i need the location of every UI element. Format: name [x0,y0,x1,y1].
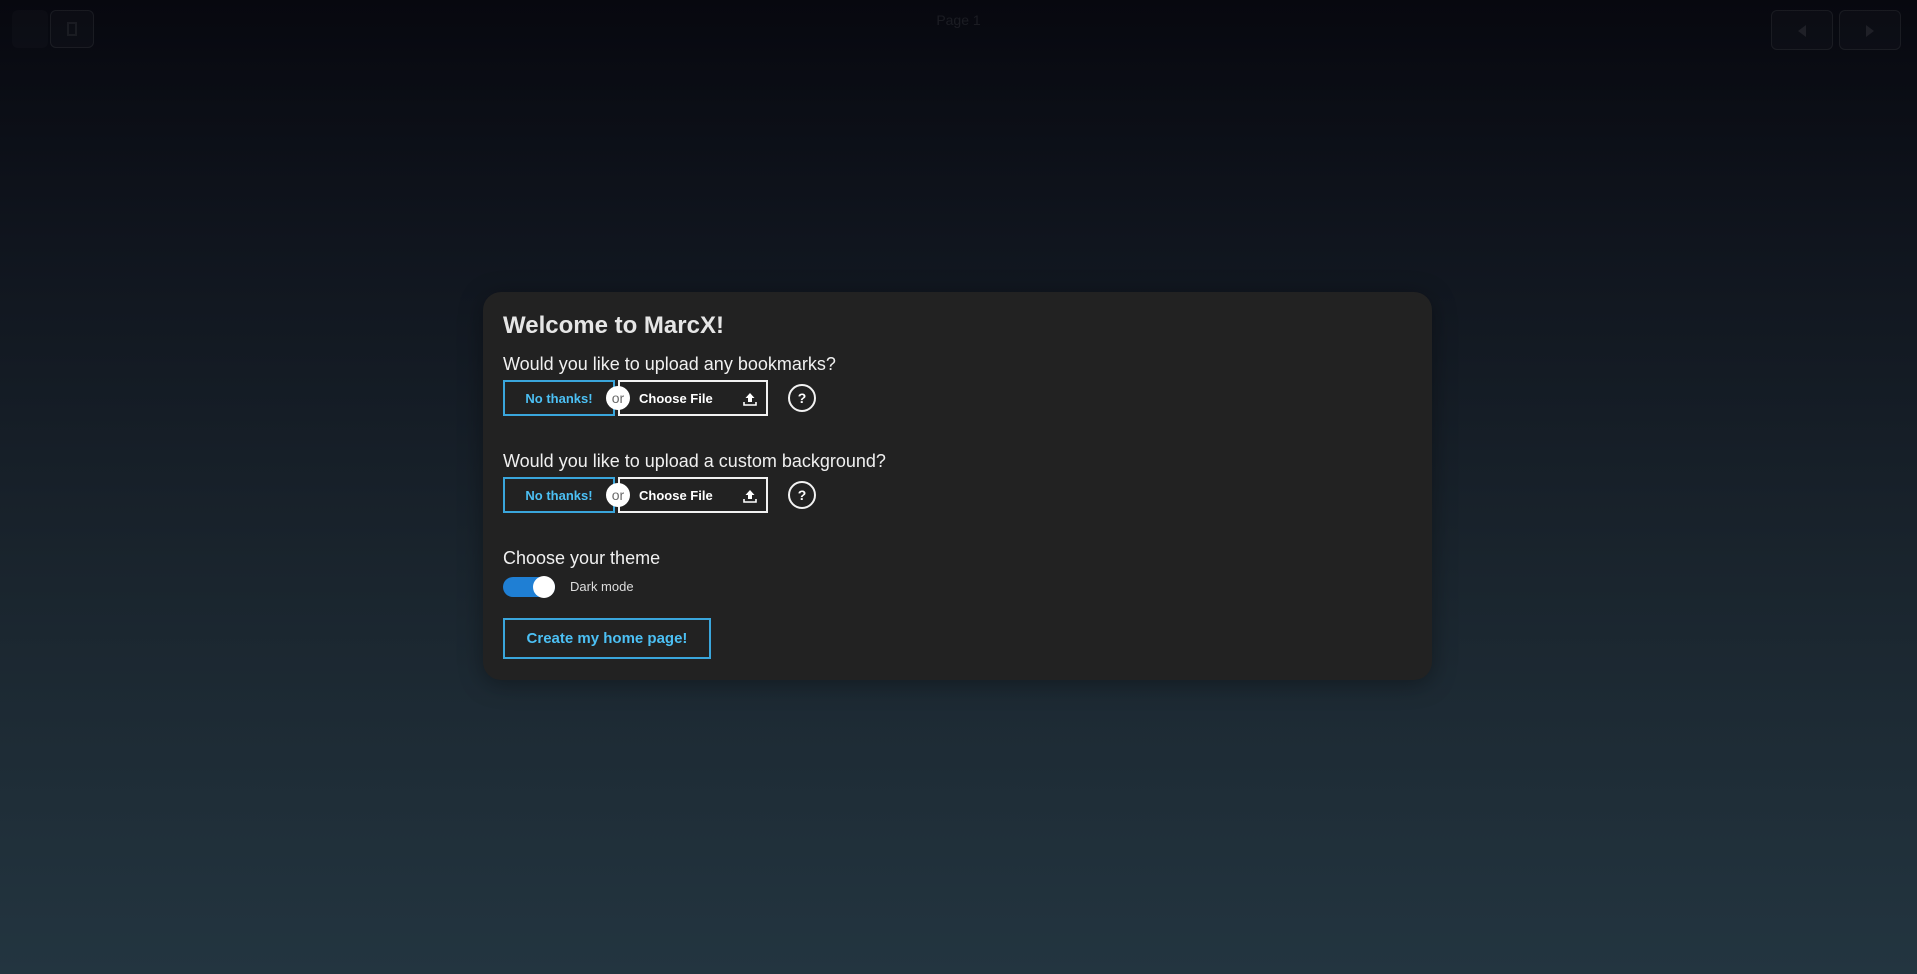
bookmarks-no-thanks-button[interactable]: No thanks! [503,380,615,416]
dark-mode-label: Dark mode [570,579,634,594]
arrow-left-icon [1798,25,1806,37]
choose-file-label: Choose File [639,390,713,406]
bookmarks-help-button[interactable]: ? [788,384,816,412]
toggle-knob [533,576,555,598]
create-home-page-button[interactable]: Create my home page! [503,618,711,659]
background-options: No thanks! or Choose File ? [503,477,843,513]
welcome-title: Welcome to MarcX! [503,312,724,339]
background-no-thanks-button[interactable]: No thanks! [503,477,615,513]
page-title: Page 1 [936,12,981,28]
bookmarks-options: No thanks! or Choose File ? [503,380,843,416]
theme-toggle-row: Dark mode [503,574,803,598]
background-question: Would you like to upload a custom backgr… [503,451,886,471]
or-badge: or [606,483,630,507]
background-choose-file-button[interactable]: Choose File [618,477,768,513]
bookmarks-question: Would you like to upload any bookmarks? [503,354,836,374]
arrow-right-icon [1866,25,1874,37]
dark-mode-toggle[interactable] [503,576,555,598]
choose-file-label: Choose File [639,487,713,503]
question-icon: ? [797,390,807,406]
question-icon: ? [797,487,807,503]
bookmarks-choose-file-button[interactable]: Choose File [618,380,768,416]
upload-icon [743,393,757,406]
next-page-button[interactable] [1839,10,1901,50]
theme-heading: Choose your theme [503,548,661,568]
or-badge: or [606,386,630,410]
upload-icon [743,490,757,503]
welcome-card: Welcome to MarcX! Would you like to uplo… [483,292,1432,680]
top-bar: Page 1 [0,0,1917,56]
prev-page-button[interactable] [1771,10,1833,50]
background-help-button[interactable]: ? [788,481,816,509]
